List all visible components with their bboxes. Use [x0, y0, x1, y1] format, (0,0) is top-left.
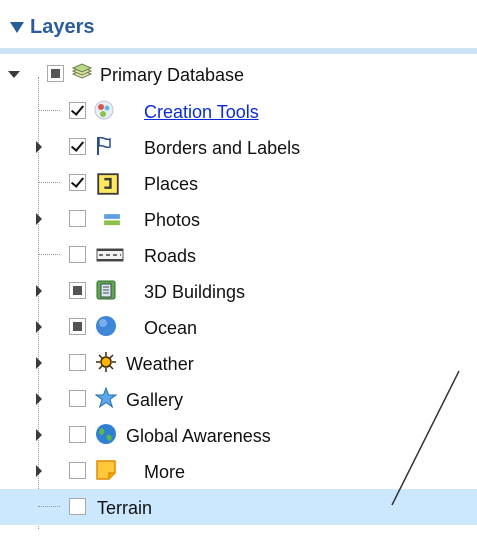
star-icon [95, 387, 117, 409]
layer-label: Gallery [126, 390, 184, 410]
expand-arrow-icon[interactable] [36, 285, 42, 297]
tree-item-weather[interactable]: Weather [0, 345, 477, 381]
tree-item-gallery[interactable]: Gallery [0, 381, 477, 417]
expand-arrow-icon[interactable] [36, 141, 42, 153]
flag-icon [97, 136, 111, 155]
layer-label: Global Awareness [126, 426, 271, 446]
layer-label: Primary Database [100, 65, 245, 85]
layer-label: Ocean [144, 318, 198, 338]
layer-label: More [144, 462, 186, 482]
layer-checkbox[interactable] [69, 210, 86, 227]
tree-item-global-awareness[interactable]: Global Awareness [0, 417, 477, 453]
tree-item-primary-database[interactable]: Primary Database [0, 57, 477, 93]
layer-label: Weather [126, 354, 194, 374]
layers-panel-header[interactable]: Layers [0, 0, 477, 54]
layer-checkbox[interactable] [69, 354, 86, 371]
tree-item-borders-labels[interactable]: Borders and Labels [0, 129, 477, 165]
expand-arrow-icon[interactable] [36, 213, 42, 225]
expand-arrow-icon[interactable] [8, 71, 20, 78]
layer-checkbox[interactable] [69, 318, 86, 335]
collapse-panel-icon[interactable] [10, 22, 24, 33]
layer-checkbox[interactable] [69, 138, 86, 155]
sun-icon [96, 352, 116, 372]
layer-checkbox[interactable] [47, 65, 64, 82]
panel-title: Layers [30, 16, 95, 38]
building-icon [96, 280, 116, 300]
layer-checkbox[interactable] [69, 282, 86, 299]
tree-item-3d-buildings[interactable]: 3D Buildings [0, 273, 477, 309]
tree-item-photos[interactable]: Photos [0, 201, 477, 237]
layer-label: Borders and Labels [144, 138, 301, 158]
tree-branch-line [38, 182, 60, 183]
tree-branch-line [38, 254, 60, 255]
layer-label: Places [144, 174, 199, 194]
places-icon [97, 173, 119, 195]
layer-checkbox[interactable] [69, 102, 86, 119]
layer-checkbox[interactable] [69, 390, 86, 407]
layer-checkbox[interactable] [69, 246, 86, 263]
expand-arrow-icon[interactable] [36, 429, 42, 441]
layer-checkbox[interactable] [69, 498, 86, 515]
road-icon [96, 248, 124, 262]
layer-checkbox[interactable] [69, 462, 86, 479]
layer-label: 3D Buildings [144, 282, 246, 302]
tree-item-roads[interactable]: Roads [0, 237, 477, 273]
creation-tools-link[interactable]: Creation Tools [144, 102, 259, 123]
database-layers-icon [71, 63, 93, 79]
layer-label: Terrain [97, 498, 153, 518]
tree-item-terrain[interactable]: Terrain [0, 489, 477, 525]
creation-tools-icon [94, 100, 114, 120]
expand-arrow-icon[interactable] [36, 393, 42, 405]
layer-checkbox[interactable] [69, 426, 86, 443]
tree-item-places[interactable]: Places [0, 165, 477, 201]
photo-icon [104, 214, 120, 226]
tree-item-more[interactable]: More [0, 453, 477, 489]
tree-item-ocean[interactable]: Ocean [0, 309, 477, 345]
tree-item-creation-tools[interactable]: Creation Tools [0, 93, 477, 129]
layer-checkbox[interactable] [69, 174, 86, 191]
expand-arrow-icon[interactable] [36, 465, 42, 477]
layer-label: Photos [144, 210, 201, 230]
header-underline [0, 48, 477, 54]
sticky-note-icon [96, 460, 116, 480]
expand-arrow-icon[interactable] [36, 321, 42, 333]
tree-branch-line [38, 506, 60, 507]
expand-arrow-icon[interactable] [36, 357, 42, 369]
tree-branch-line [38, 110, 60, 111]
ocean-globe-icon [96, 316, 116, 336]
layer-label: Roads [144, 246, 197, 266]
earth-icon [96, 424, 116, 444]
